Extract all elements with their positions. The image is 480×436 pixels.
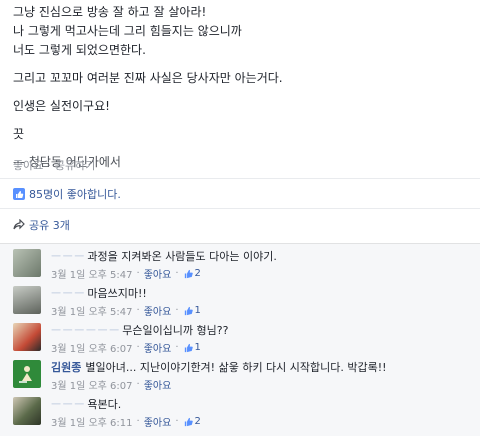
shares-summary[interactable]: 공유 3개 [13,217,70,233]
comment-like-link[interactable]: 좋아요 [144,340,172,355]
commenter-name[interactable]: 김원종 [51,361,81,374]
comment-time[interactable]: 3월 1일 오후 6:07 [51,377,133,392]
commenter-name[interactable]: ㅡ ㅡ ㅡ [51,398,84,411]
comment-like-link[interactable]: 좋아요 [144,414,172,429]
comment-item: ㅡ ㅡ ㅡ 욕본다. 3월 1일 오후 6:11 · 좋아요 · 2 [13,397,473,431]
comment-text: 욕본다. [87,398,122,411]
post-body: 그냥 진심으로 방송 잘 하고 잘 살아라! 나 그렇게 먹고사는데 그리 힘들… [13,3,283,172]
post-line-5: 인생은 실전이구요! [13,99,110,113]
like-count-number: 2 [194,268,201,279]
like-count-number: 2 [194,416,201,427]
avatar[interactable] [13,286,41,314]
thumbs-up-icon [184,343,193,353]
comment-text: 무슨일이십니까 형님?? [122,324,229,337]
shares-count-text: 공유 3개 [29,219,70,232]
comment-like-count[interactable]: 1 [183,305,201,316]
comment-item: ㅡ ㅡ ㅡ ㅡ ㅡ ㅡ 무슨일이십니까 형님?? 3월 1일 오후 6:07 · … [13,323,473,357]
like-link[interactable]: 좋아요 [13,157,43,173]
commenter-name[interactable]: ㅡ ㅡ ㅡ [51,250,84,263]
comment-like-count[interactable]: 2 [183,268,201,279]
divider [0,178,480,179]
like-count-number: 1 [194,305,201,316]
comment-time[interactable]: 3월 1일 오후 6:11 [51,414,133,429]
comment-text: 과정을 지켜봐온 사람들도 다아는 이야기. [87,250,277,263]
comment-time[interactable]: 3월 1일 오후 5:47 [51,303,133,318]
comment-item: ㅡ ㅡ ㅡ 과정을 지켜봐온 사람들도 다아는 이야기. 3월 1일 오후 5:4… [13,249,473,283]
commenter-name[interactable]: ㅡ ㅡ ㅡ ㅡ ㅡ ㅡ [51,324,119,337]
commenter-name[interactable]: ㅡ ㅡ ㅡ [51,287,84,300]
likes-summary[interactable]: 85명이 좋아합니다. [13,186,121,202]
comment-item: ㅡ ㅡ ㅡ 마음쓰지마!! 3월 1일 오후 5:47 · 좋아요 · 1 [13,286,473,320]
share-link[interactable]: 공유하기 [55,157,95,173]
likes-count-text: 85명이 좋아합니다. [29,188,121,201]
post-line-2: 나 그렇게 먹고사는데 그리 힘들지는 않으니까 [13,24,242,38]
comment-like-link[interactable]: 좋아요 [144,266,172,281]
share-arrow-icon [13,219,25,230]
facebook-post: 그냥 진심으로 방송 잘 하고 잘 살아라! 나 그렇게 먹고사는데 그리 힘들… [0,0,480,436]
comments-section: ㅡ ㅡ ㅡ 과정을 지켜봐온 사람들도 다아는 이야기. 3월 1일 오후 5:4… [0,243,480,436]
hockey-player-icon [19,366,32,383]
comment-like-link[interactable]: 좋아요 [144,303,172,318]
comment-time[interactable]: 3월 1일 오후 6:07 [51,340,133,355]
avatar[interactable] [13,360,41,388]
comment-like-count[interactable]: 2 [183,416,201,427]
comment-like-count[interactable]: 1 [183,342,201,353]
divider [0,208,480,209]
thumbs-up-icon [13,188,25,200]
post-line-6: 끗 [13,127,25,141]
avatar[interactable] [13,249,41,277]
thumbs-up-icon [184,417,193,427]
post-actions: 좋아요 · 공유하기 [13,157,95,173]
separator-dot: · [47,159,51,172]
post-line-4: 그리고 꼬꼬마 여러분 진짜 사실은 당사자만 아는거다. [13,71,283,85]
comment-text: 마음쓰지마!! [87,287,147,300]
post-line-1: 그냥 진심으로 방송 잘 하고 잘 살아라! [13,5,207,19]
like-count-number: 1 [194,342,201,353]
comment-time[interactable]: 3월 1일 오후 5:47 [51,266,133,281]
comment-item: 김원종 별일아녀... 지난이야기한겨! 삶읗 하키 다시 시작합니다. 박갑록!… [13,360,473,394]
post-line-3: 너도 그렇게 되었으면한다. [13,43,146,57]
avatar[interactable] [13,397,41,425]
comment-text: 별일아녀... 지난이야기한겨! 삶읗 하키 다시 시작합니다. 박갑록!! [85,361,387,374]
thumbs-up-icon [184,306,193,316]
thumbs-up-icon [184,269,193,279]
comment-like-link[interactable]: 좋아요 [144,377,172,392]
avatar[interactable] [13,323,41,351]
